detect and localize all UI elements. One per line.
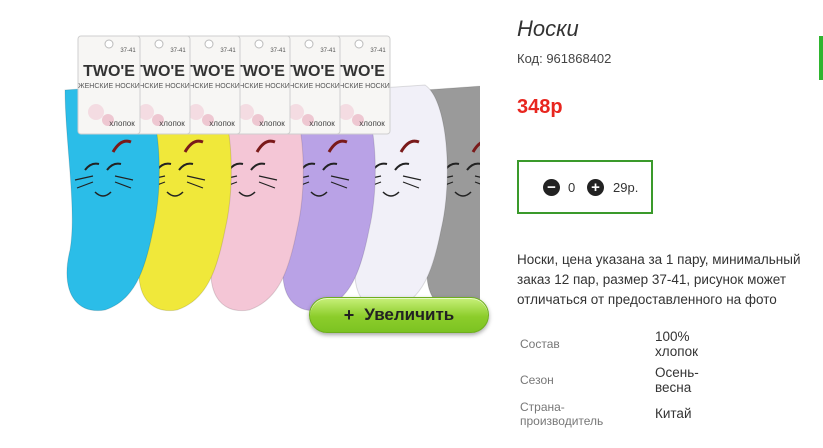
package-brand: TWO'E [183, 63, 235, 80]
spec-value-composition: 100% хлопок [655, 329, 698, 359]
product-price: 348р [517, 96, 563, 118]
spec-label-line: производитель [520, 414, 604, 428]
package-material: хлопок [209, 119, 235, 128]
package-size: 37-41 [270, 48, 286, 54]
spec-label-country: Страна- производитель [520, 400, 603, 428]
side-tab-edge [819, 36, 823, 80]
package-size: 37-41 [120, 48, 136, 54]
product-title: Носки [517, 16, 579, 41]
minus-circle-icon[interactable]: − [543, 179, 560, 196]
package-brand: TWO'E [133, 63, 185, 80]
package-size: 37-41 [170, 48, 186, 54]
socks-photo: TWO'EЖЕНСКИЕ НОСКИ37-41хлопокTWO'EЖЕНСКИ… [64, 35, 520, 312]
spec-value-line: 100% [655, 329, 690, 344]
zoom-button[interactable]: + Увеличить [309, 297, 489, 333]
product-image[interactable]: TWO'E ЖЕНСКИЕ НОСКИ 37-41 хлопок TWO'E ЖЕНСКИ… [40, 30, 520, 330]
package-card: TWO'E ЖЕНСКИЕ НОСКИ 37-41 хлопок [77, 35, 141, 135]
package-brand: TWO'E [283, 63, 335, 80]
unit-price: 29р. [613, 180, 639, 195]
product-description: Носки, цена указана за 1 пару, минимальн… [517, 252, 801, 307]
package-material: хлопок [259, 119, 285, 128]
package-material: хлопок [309, 119, 335, 128]
quantity-value: 0 [568, 180, 576, 195]
spec-label-line: Страна- [520, 400, 565, 414]
quantity-stepper: − 0 + 29р. [517, 160, 653, 214]
spec-value-line: Осень- [655, 365, 699, 380]
spec-label-season: Сезон [520, 373, 554, 387]
spec-value-line: весна [655, 380, 692, 395]
plus-icon: + [343, 304, 355, 325]
spec-value-season: Осень- весна [655, 365, 699, 395]
package-material: хлопок [109, 119, 135, 128]
spec-label-composition: Состав [520, 337, 560, 351]
package-size: 37-41 [320, 48, 336, 54]
package-brand: TWO'E [83, 63, 135, 80]
package-brand: TWO'E [233, 63, 285, 80]
package-size: 37-41 [370, 48, 386, 54]
spec-value-country: Китай [655, 406, 692, 421]
package-material: хлопок [159, 119, 185, 128]
zoom-button-label: Увеличить [364, 305, 455, 324]
spec-value-line: хлопок [655, 344, 699, 359]
plus-circle-icon[interactable]: + [587, 179, 604, 196]
product-code: Код: 961868402 [517, 51, 612, 66]
package-size: 37-41 [220, 48, 236, 54]
package-material: хлопок [359, 119, 385, 128]
package-brand: TWO'E [333, 63, 385, 80]
package-subtitle: ЖЕНСКИЕ НОСКИ [78, 83, 140, 90]
